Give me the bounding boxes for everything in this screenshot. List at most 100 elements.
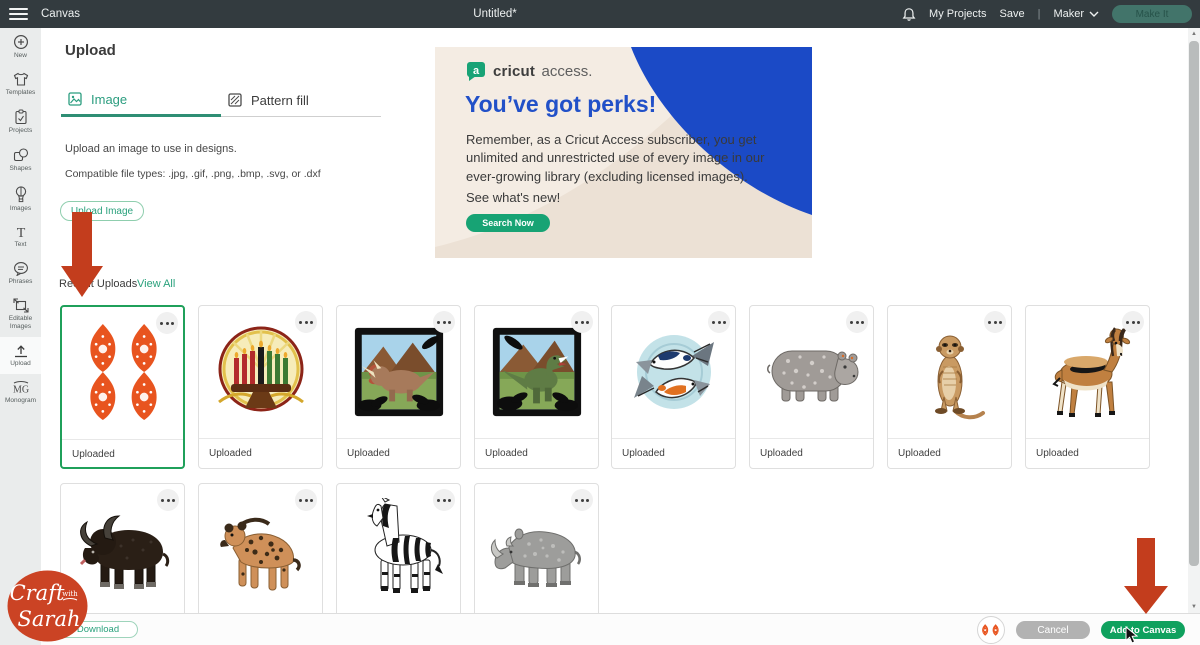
machine-select[interactable]: Maker <box>1053 8 1099 20</box>
sidebar-item-editable-images[interactable]: Editable Images <box>0 292 41 337</box>
selected-upload-preview-icon <box>977 616 1005 644</box>
banner-headline: You’ve got perks! <box>465 91 656 118</box>
notification-bell-icon[interactable] <box>902 7 916 22</box>
sidebar-item-shapes[interactable]: Shapes <box>0 141 41 179</box>
sidebar-label: Phrases <box>9 278 33 286</box>
scrollbar-up-arrow[interactable]: ▲ <box>1188 28 1200 40</box>
scrollbar-thumb[interactable] <box>1189 41 1199 566</box>
upload-tile-trex[interactable]: Uploaded <box>474 305 599 469</box>
upload-tile-gazelle[interactable]: Uploaded <box>1025 305 1150 469</box>
tile-options-button[interactable] <box>157 489 179 511</box>
upload-icon <box>13 343 29 358</box>
tab-image[interactable]: Image <box>61 84 221 117</box>
my-projects-link[interactable]: My Projects <box>929 8 986 20</box>
upload-tile-hippo[interactable]: Uploaded <box>749 305 874 469</box>
tile-options-button[interactable] <box>708 311 730 333</box>
pattern-icon <box>228 93 242 107</box>
search-now-button[interactable]: Search Now <box>466 214 550 232</box>
sidebar-label: Projects <box>9 127 32 135</box>
document-title: Untitled* <box>0 0 990 28</box>
make-it-button[interactable]: Make It <box>1112 5 1192 23</box>
new-plus-icon <box>13 34 29 50</box>
brand-cricut: cricut <box>493 63 535 80</box>
cancel-button[interactable]: Cancel <box>1016 621 1090 639</box>
tile-options-button[interactable] <box>295 311 317 333</box>
text-icon: T <box>14 225 28 239</box>
banner-see-whats-new: See what's new! <box>466 190 560 205</box>
upload-panel: Upload Image Pattern fill Upload an imag… <box>41 28 1200 645</box>
sidebar-item-images[interactable]: Images <box>0 180 41 219</box>
tile-options-button[interactable] <box>1122 311 1144 333</box>
brand-access: access. <box>542 63 593 80</box>
tile-options-button[interactable] <box>846 311 868 333</box>
tile-options-button[interactable] <box>984 311 1006 333</box>
tile-options-button[interactable] <box>156 312 178 334</box>
upload-status: Uploaded <box>612 438 735 468</box>
sidebar-item-text[interactable]: T Text <box>0 219 41 255</box>
svg-text:a: a <box>473 65 480 77</box>
sidebar-item-projects[interactable]: Projects <box>0 103 41 141</box>
vertical-scrollbar: ▲ ▼ <box>1188 28 1200 613</box>
page-title: Upload <box>65 42 116 59</box>
logo-word-craft: Craft <box>10 581 65 605</box>
tile-options-button[interactable] <box>433 489 455 511</box>
sidebar-item-monogram[interactable]: MG Monogram <box>0 374 41 411</box>
sidebar-label: Text <box>15 241 27 249</box>
machine-label: Maker <box>1053 8 1084 20</box>
sidebar-label: Templates <box>6 89 36 97</box>
monogram-icon: MG <box>12 380 30 395</box>
tab-image-label: Image <box>91 92 127 107</box>
bottom-action-bar: Download Cancel Add to Canvas <box>41 613 1200 645</box>
scrollbar-down-arrow[interactable]: ▼ <box>1188 601 1200 613</box>
add-to-canvas-button[interactable]: Add to Canvas <box>1101 621 1185 639</box>
save-link[interactable]: Save <box>1000 8 1025 20</box>
upload-description: Upload an image to use in designs. <box>65 143 237 155</box>
projects-clipboard-icon <box>14 109 28 125</box>
phrases-bubble-icon <box>13 261 29 276</box>
upload-status: Uploaded <box>1026 438 1149 468</box>
tab-pattern-fill[interactable]: Pattern fill <box>221 84 381 117</box>
sidebar-item-new[interactable]: New <box>0 28 41 66</box>
sidebar-item-templates[interactable]: Templates <box>0 66 41 103</box>
upload-status: Uploaded <box>199 438 322 468</box>
app-window: Canvas Untitled* My Projects Save | Make… <box>0 0 1200 645</box>
shapes-icon <box>13 147 29 163</box>
upload-tile-meerkat[interactable]: Uploaded <box>887 305 1012 469</box>
images-balloon-icon <box>14 186 28 203</box>
sidebar-label: New <box>14 52 27 60</box>
sidebar-label: Images <box>10 205 31 213</box>
topbar-divider: | <box>1038 8 1041 20</box>
sidebar-label: Shapes <box>9 165 31 173</box>
sidebar-item-upload[interactable]: Upload <box>0 337 41 374</box>
upload-tile-koi-fish[interactable]: Uploaded <box>611 305 736 469</box>
logo-word-with: with <box>62 590 78 598</box>
sidebar-item-phrases[interactable]: Phrases <box>0 255 41 292</box>
top-bar: Canvas Untitled* My Projects Save | Make… <box>0 0 1200 28</box>
tile-options-button[interactable] <box>571 489 593 511</box>
tile-options-button[interactable] <box>433 311 455 333</box>
upload-tile-triceratops[interactable]: Uploaded <box>336 305 461 469</box>
annotation-arrow-add-to-canvas <box>1124 538 1168 615</box>
upload-status: Uploaded <box>750 438 873 468</box>
editable-images-icon <box>13 298 29 313</box>
svg-text:T: T <box>16 226 25 239</box>
tile-options-button[interactable] <box>571 311 593 333</box>
templates-shirt-icon <box>13 72 29 87</box>
upload-status: Uploaded <box>475 438 598 468</box>
tile-options-button[interactable] <box>295 489 317 511</box>
logo-word-sarah: Sarah <box>18 607 81 631</box>
view-all-link[interactable]: View All <box>137 278 175 290</box>
upload-status: Uploaded <box>62 439 183 469</box>
upload-tile-ornaments[interactable]: Uploaded <box>60 305 185 469</box>
file-types-note: Compatible file types: .jpg, .gif, .png,… <box>65 168 321 180</box>
cricut-access-logo: a cricut access. <box>466 61 592 82</box>
left-sidebar: New Templates Projects Shapes Images T T… <box>0 28 41 645</box>
sidebar-label: Monogram <box>5 397 36 405</box>
upload-tabs: Image Pattern fill <box>61 84 381 117</box>
sidebar-label: Upload <box>10 360 31 368</box>
upload-status: Uploaded <box>337 438 460 468</box>
sidebar-label: Editable Images <box>0 315 41 331</box>
cricut-access-mark-icon: a <box>466 61 486 82</box>
image-icon <box>68 92 82 106</box>
upload-tile-kwanzaa-kinara[interactable]: Uploaded <box>198 305 323 469</box>
